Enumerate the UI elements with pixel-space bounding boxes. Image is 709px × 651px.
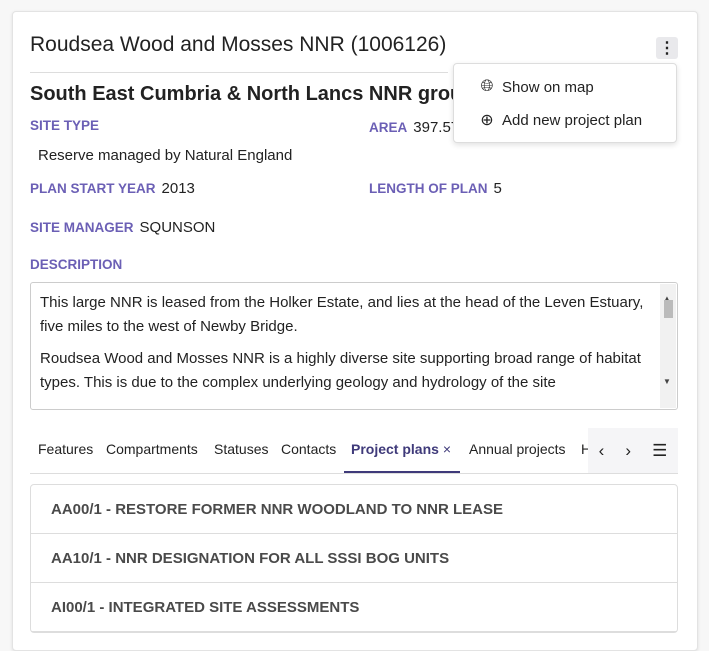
page-title: Roudsea Wood and Mosses NNR (1006126)	[30, 33, 447, 56]
description-paragraph: Roudsea Wood and Mosses NNR is a highly …	[40, 350, 641, 391]
manager-value: SQUNSON	[139, 219, 216, 236]
area-field: AREA 397.57	[369, 119, 459, 136]
plan-start-field: PLAN START YEAR 2013	[30, 180, 195, 197]
more-options-button[interactable]: ⋮	[656, 37, 678, 59]
close-tab-icon[interactable]: ×	[443, 441, 451, 457]
tab-label: Project plans	[351, 441, 439, 457]
options-dropdown: 🌐︎ Show on map ⊕ Add new project plan	[453, 63, 677, 143]
tab-annual-projects[interactable]: Annual projects	[469, 441, 566, 457]
menu-item-show-on-map[interactable]: 🌐︎ Show on map	[479, 78, 594, 96]
description-paragraph: This large NNR is leased from the Holker…	[40, 294, 644, 335]
list-item[interactable]: AA00/1 - RESTORE FORMER NNR WOODLAND TO …	[31, 485, 677, 534]
tab-navigation: ‹ › ☰	[588, 428, 678, 473]
list-item[interactable]: AI00/1 - INTEGRATED SITE ASSESSMENTS	[31, 583, 677, 632]
menu-item-label: Add new project plan	[502, 111, 643, 129]
menu-item-label: Show on map	[502, 78, 594, 96]
tab-statuses[interactable]: Statuses	[214, 441, 268, 457]
group-title: South East Cumbria & North Lancs NNR gro…	[30, 83, 460, 105]
divider	[30, 72, 448, 73]
menu-item-add-project-plan[interactable]: ⊕ Add new project plan	[479, 110, 642, 130]
manager-field: SITE MANAGER SQUNSON	[30, 219, 215, 236]
active-tab-indicator	[344, 471, 460, 473]
length-value: 5	[493, 180, 502, 197]
manager-label: SITE MANAGER	[30, 220, 134, 235]
hamburger-menu-icon[interactable]: ☰	[652, 441, 667, 461]
scroll-down-icon[interactable]: ▼	[663, 370, 671, 394]
chevron-left-icon[interactable]: ‹	[599, 441, 605, 461]
tab-bar: Features Compartments Statuses Contacts …	[30, 428, 678, 474]
description-label: DESCRIPTION	[30, 257, 123, 272]
chevron-right-icon[interactable]: ›	[625, 441, 631, 461]
kebab-icon: ⋮	[659, 40, 675, 57]
tab-features[interactable]: Features	[38, 441, 93, 457]
description-textarea[interactable]: This large NNR is leased from the Holker…	[30, 282, 678, 410]
site-type-label: SITE TYPE	[30, 118, 100, 133]
length-field: LENGTH OF PLAN 5	[369, 180, 502, 197]
project-plan-list: AA00/1 - RESTORE FORMER NNR WOODLAND TO …	[30, 484, 678, 633]
site-type-value: Reserve managed by Natural England	[38, 147, 293, 164]
plus-circle-icon: ⊕	[480, 112, 494, 129]
area-label: AREA	[369, 120, 408, 135]
tab-project-plans[interactable]: Project plans ×	[351, 441, 451, 457]
length-label: LENGTH OF PLAN	[369, 181, 488, 196]
globe-icon: 🌐︎	[480, 78, 494, 95]
tab-compartments[interactable]: Compartments	[106, 441, 198, 457]
tab-contacts[interactable]: Contacts	[281, 441, 336, 457]
description-scrollbar[interactable]: ▲ ▼	[660, 284, 676, 408]
list-item[interactable]: AA10/1 - NNR DESIGNATION FOR ALL SSSI BO…	[31, 534, 677, 583]
plan-start-value: 2013	[161, 180, 195, 197]
plan-start-label: PLAN START YEAR	[30, 181, 156, 196]
scroll-thumb[interactable]	[664, 300, 673, 318]
